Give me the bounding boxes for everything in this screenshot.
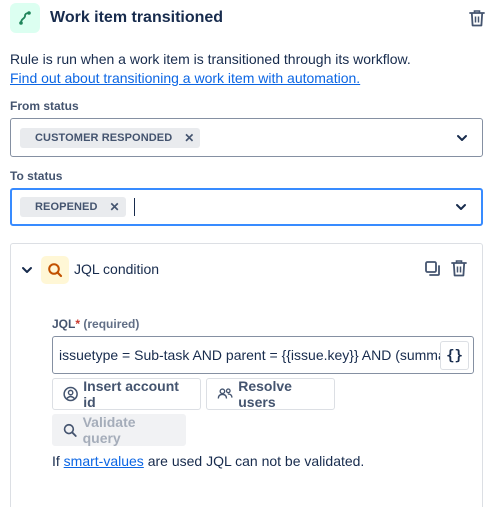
trash-icon[interactable] bbox=[451, 259, 471, 279]
from-status-select[interactable]: CUSTOMER RESPONDED ✕ bbox=[10, 118, 483, 157]
to-status-select[interactable]: REOPENED ✕ bbox=[10, 188, 483, 226]
status-chip-label: CUSTOMER RESPONDED bbox=[35, 131, 173, 144]
insert-account-id-label: Insert account id bbox=[83, 378, 179, 410]
chevron-down-icon[interactable] bbox=[455, 201, 467, 213]
resolve-users-button[interactable]: Resolve users bbox=[206, 378, 335, 410]
trigger-description: Rule is run when a work item is transiti… bbox=[10, 51, 411, 67]
validate-query-label: Validate query bbox=[82, 414, 136, 446]
resolve-users-label: Resolve users bbox=[238, 378, 292, 410]
from-status-label: From status bbox=[10, 99, 79, 113]
smart-values-link[interactable]: smart-values bbox=[64, 453, 144, 469]
jql-input[interactable]: issuetype = Sub-task AND parent = {{issu… bbox=[52, 336, 474, 374]
hint-suffix: are used JQL can not be validated. bbox=[143, 453, 365, 469]
jql-label-text: JQL bbox=[52, 317, 76, 331]
chevron-down-icon[interactable] bbox=[456, 132, 468, 144]
jql-condition-card: JQL condition JQL* (required) issuetype … bbox=[10, 243, 483, 507]
condition-title: JQL condition bbox=[74, 261, 160, 277]
search-icon bbox=[41, 256, 69, 284]
trash-icon[interactable] bbox=[466, 7, 488, 29]
required-text: (required) bbox=[83, 317, 140, 331]
required-star: * bbox=[75, 317, 81, 331]
smart-values-hint: If smart-values are used JQL can not be … bbox=[52, 453, 364, 469]
people-icon bbox=[217, 388, 233, 399]
text-cursor bbox=[133, 198, 135, 216]
status-chip: REOPENED ✕ bbox=[20, 197, 126, 217]
to-status-label: To status bbox=[10, 169, 63, 183]
smart-values-button[interactable]: {} bbox=[440, 341, 469, 370]
status-chip-label: REOPENED bbox=[35, 201, 98, 213]
validate-query-button[interactable]: Validate query bbox=[52, 414, 186, 446]
trigger-header: Work item transitioned bbox=[10, 3, 488, 33]
remove-chip-icon[interactable]: ✕ bbox=[184, 131, 194, 145]
chevron-down-icon[interactable] bbox=[21, 264, 33, 276]
hint-prefix: If bbox=[52, 453, 64, 469]
jql-field-label: JQL* (required) bbox=[52, 317, 139, 331]
page-title: Work item transitioned bbox=[50, 9, 224, 26]
transition-icon bbox=[10, 3, 40, 33]
remove-chip-icon[interactable]: ✕ bbox=[110, 200, 120, 214]
search-icon bbox=[63, 423, 77, 437]
status-chip: CUSTOMER RESPONDED ✕ bbox=[20, 127, 201, 148]
insert-account-id-button[interactable]: Insert account id bbox=[52, 378, 201, 410]
help-link[interactable]: Find out about transitioning a work item… bbox=[10, 68, 360, 88]
user-avatar-icon bbox=[63, 386, 78, 402]
jql-value: issuetype = Sub-task AND parent = {{issu… bbox=[59, 347, 458, 363]
copy-icon[interactable] bbox=[424, 260, 442, 278]
